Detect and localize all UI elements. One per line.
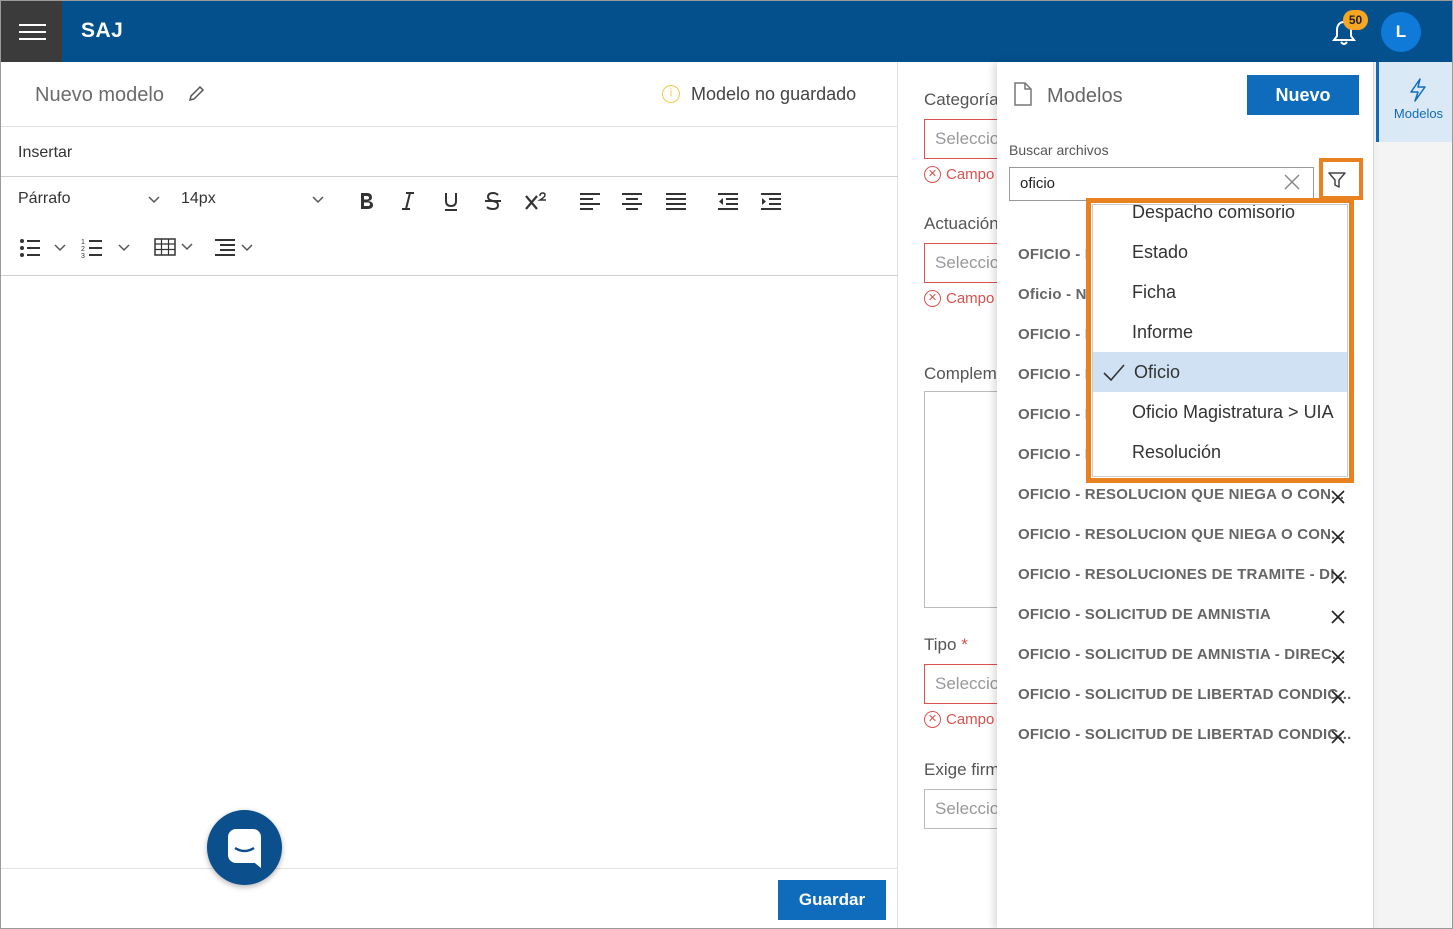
side-rail: Modelos [1373, 62, 1452, 928]
chat-launcher-icon[interactable] [207, 810, 282, 885]
paragraph-select[interactable]: Párrafo [18, 190, 70, 208]
remove-icon[interactable] [1330, 689, 1346, 705]
complemento-label: Complem [924, 364, 997, 383]
editor-area: Nuevo modelo i Modelo no guardado Insert… [1, 62, 898, 928]
table-button[interactable] [154, 238, 194, 256]
remove-icon[interactable] [1330, 529, 1346, 545]
chevron-down-icon[interactable] [311, 195, 325, 205]
filter-option[interactable]: Oficio Magistratura > UIA [1093, 392, 1347, 432]
align-justify-icon[interactable] [661, 186, 691, 216]
remove-icon[interactable] [1330, 609, 1346, 625]
chevron-down-icon[interactable] [240, 243, 254, 253]
underline-button[interactable] [436, 186, 466, 216]
list-item[interactable]: OFICIO - F [1018, 366, 1094, 383]
svg-text:3: 3 [81, 253, 85, 258]
filter-option[interactable]: Ficha [1093, 272, 1347, 312]
top-bar: SAJ 50 L [1, 1, 1452, 62]
filter-option[interactable]: Estado [1093, 232, 1347, 272]
filter-dropdown: Despacho comisorio Estado Ficha Informe Ofic… [1092, 204, 1348, 477]
remove-icon[interactable] [1330, 569, 1346, 585]
search-label: Buscar archivos [1009, 142, 1109, 158]
remove-icon[interactable] [1330, 489, 1346, 505]
save-button[interactable]: Guardar [778, 880, 886, 920]
list-item[interactable]: OFICIO - RESOLUCION QUE NIEGA O CON... [1018, 486, 1344, 503]
line-spacing-button[interactable] [214, 238, 254, 258]
search-input[interactable]: oficio [1009, 167, 1314, 201]
bold-button[interactable] [351, 186, 381, 216]
superscript-button[interactable] [521, 186, 551, 216]
app-window: SAJ 50 L Nuevo modelo i Modelo no guarda… [0, 0, 1453, 929]
list-item[interactable]: OFICIO - RESOLUCIONES DE TRAMITE - DI... [1018, 566, 1348, 583]
info-icon: i [662, 85, 680, 103]
tipo-label: Tipo * [924, 635, 968, 654]
italic-button[interactable] [393, 186, 423, 216]
remove-icon[interactable] [1330, 649, 1346, 665]
rail-item-modelos[interactable]: Modelos [1376, 62, 1452, 142]
svg-text:2: 2 [81, 246, 85, 253]
align-left-icon[interactable] [575, 186, 605, 216]
list-item[interactable]: OFICIO - D [1018, 246, 1096, 263]
list-item[interactable]: OFICIO - SOLICITUD DE AMNISTIA [1018, 606, 1271, 623]
actuacion-error: ✕ Campo [924, 290, 994, 307]
chevron-down-icon[interactable] [53, 243, 67, 253]
align-center-icon[interactable] [617, 186, 647, 216]
lightning-icon [1410, 78, 1426, 102]
svg-text:1: 1 [81, 239, 85, 246]
strikethrough-button[interactable] [478, 186, 508, 216]
font-size-select[interactable]: 14px [181, 190, 216, 208]
indent-icon[interactable] [756, 186, 786, 216]
page-title: Nuevo modelo [35, 84, 164, 106]
check-icon [1103, 364, 1125, 382]
document-icon [1014, 82, 1032, 106]
filter-option[interactable]: Informe [1093, 312, 1347, 352]
save-status: Modelo no guardado [691, 84, 857, 104]
filter-option[interactable]: Oficio [1093, 352, 1347, 392]
chevron-down-icon[interactable] [117, 243, 131, 253]
pencil-icon[interactable] [187, 85, 205, 103]
categoria-error: ✕ Campo [924, 166, 994, 183]
filter-icon[interactable] [1327, 170, 1347, 190]
clear-icon[interactable] [1283, 173, 1301, 191]
categoria-label: Categoría [924, 90, 999, 109]
app-brand: SAJ [81, 19, 124, 42]
bullet-list-button[interactable] [19, 238, 67, 258]
remove-icon[interactable] [1330, 729, 1346, 745]
avatar[interactable]: L [1381, 12, 1421, 52]
list-item[interactable]: OFICIO - F [1018, 406, 1094, 423]
notification-badge: 50 [1343, 10, 1368, 30]
tipo-error: ✕ Campo [924, 711, 994, 728]
numbered-list-button[interactable]: 123 [81, 238, 131, 258]
panel-title: Modelos [1047, 85, 1123, 107]
insert-menu[interactable]: Insertar [18, 144, 72, 162]
filter-option[interactable]: Resolución [1093, 432, 1347, 472]
outdent-icon[interactable] [713, 186, 743, 216]
filter-option[interactable]: Despacho comisorio [1093, 205, 1347, 232]
exige-firma-label: Exige firm [924, 760, 1000, 779]
rail-item-label: Modelos [1393, 106, 1444, 121]
list-item[interactable]: OFICIO - F [1018, 326, 1094, 343]
new-model-button[interactable]: Nuevo [1247, 75, 1359, 115]
list-item[interactable]: OFICIO - SOLICITUD DE LIBERTAD CONDIC... [1018, 726, 1352, 743]
list-item[interactable]: Oficio - No [1018, 286, 1096, 303]
chevron-down-icon[interactable] [180, 242, 194, 252]
actuacion-label: Actuación [924, 214, 999, 233]
hamburger-menu-icon[interactable] [1, 1, 62, 62]
modelos-panel: Modelos Nuevo Buscar archivos oficio OFI… [997, 62, 1373, 928]
list-item[interactable]: OFICIO - F [1018, 446, 1094, 463]
list-item[interactable]: OFICIO - RESOLUCION QUE NIEGA O CON... [1018, 526, 1344, 543]
list-item[interactable]: OFICIO - SOLICITUD DE LIBERTAD CONDIC... [1018, 686, 1352, 703]
chevron-down-icon[interactable] [147, 195, 161, 205]
list-item[interactable]: OFICIO - SOLICITUD DE AMNISTIA - DIREC..… [1018, 646, 1345, 663]
